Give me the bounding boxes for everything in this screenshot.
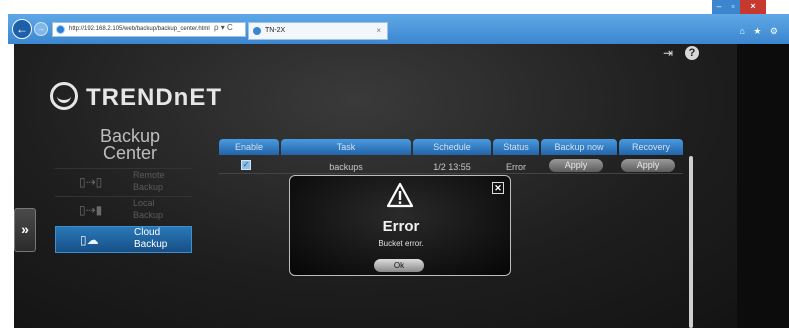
browser-tab[interactable]: TN-2X × (248, 22, 388, 40)
dialog-title: Error (382, 218, 420, 235)
schedule-cell: 1/2 13:55 (433, 162, 471, 172)
sidebar-item-label: Cloud Backup (134, 227, 167, 251)
label-line2: Backup (133, 210, 164, 220)
label-line1: Cloud (134, 227, 161, 238)
tab-close-icon[interactable]: × (376, 23, 381, 39)
ok-button[interactable]: Ok (374, 259, 424, 272)
table-row: ✓ backups 1/2 13:55 Error Apply Apply (219, 158, 683, 174)
address-tools[interactable]: ρ ▾ C (214, 23, 233, 32)
logo-mark-icon (50, 82, 78, 110)
dialog-close-button[interactable]: ✕ (492, 182, 504, 194)
logo-text: TRENDnET (86, 84, 222, 111)
help-icon[interactable]: ? (685, 46, 699, 60)
window-minimize-button[interactable]: – (712, 0, 726, 14)
label-line1: Remote (133, 170, 165, 180)
expand-menu-button[interactable]: » (14, 208, 36, 252)
table-scrollbar[interactable] (689, 156, 693, 328)
screen: ← → http://192.168.2.105/web/backup/back… (0, 0, 789, 328)
left-margin (0, 44, 14, 328)
column-header-schedule: Schedule (413, 139, 491, 155)
ie-icon (56, 25, 65, 34)
cloud-backup-icon: ▯☁ (80, 233, 99, 247)
sidebar-item-label: Local Backup (133, 197, 163, 221)
label-line2: Backup (133, 182, 164, 192)
tab-favicon-icon (253, 27, 261, 35)
column-header-status: Status (493, 139, 539, 155)
right-panel (737, 44, 789, 328)
tab-title: TN-2X (265, 27, 286, 34)
address-text: http://192.168.2.105/web/backup/backup_c… (69, 26, 210, 32)
sidebar-item-cloud-backup[interactable]: ▯☁ Cloud Backup (55, 226, 192, 253)
dialog-message: Bucket error. (378, 239, 424, 248)
sidebar-item-remote-backup[interactable]: ▯⇢▯ Remote Backup (55, 168, 192, 195)
error-dialog: ✕ Error Bucket error. Ok (289, 175, 511, 276)
recovery-apply-button[interactable]: Apply (621, 159, 675, 172)
column-header-backup-now: Backup now (541, 139, 617, 155)
status-cell: Error (506, 162, 526, 172)
remote-backup-icon: ▯⇢▯ (79, 175, 103, 189)
app-content: ⇥ ? TRENDnET » Backup Center ▯⇢▯ Remote … (0, 44, 789, 328)
table-header: Enable Task Schedule Status Backup now R… (219, 139, 683, 155)
back-button[interactable]: ← (12, 19, 32, 39)
column-header-enable: Enable (219, 139, 279, 155)
browser-toolbar: ← → http://192.168.2.105/web/backup/back… (8, 14, 789, 44)
label-line1: Local (133, 198, 155, 208)
sidebar-item-local-backup[interactable]: ▯⇢▮ Local Backup (55, 196, 192, 223)
label-line2: Backup (134, 239, 168, 250)
sidebar-item-label: Remote Backup (133, 169, 165, 193)
backup-now-apply-button[interactable]: Apply (549, 159, 603, 172)
column-header-task: Task (281, 139, 411, 155)
window-close-button[interactable]: × (740, 0, 766, 14)
local-backup-icon: ▯⇢▮ (79, 203, 103, 217)
browser-toolbar-icons[interactable]: ⌂ ★ ⚙ (739, 26, 781, 37)
sidebar-title-line2: Center (102, 143, 158, 163)
enable-checkbox[interactable]: ✓ (241, 160, 251, 170)
forward-button[interactable]: → (34, 22, 48, 36)
task-cell: backups (329, 162, 363, 172)
logout-icon[interactable]: ⇥ (663, 46, 677, 60)
column-header-recovery: Recovery (619, 139, 683, 155)
window-maximize-button[interactable]: ▫ (726, 0, 740, 14)
sidebar-title: Backup Center (70, 127, 190, 163)
warning-icon (386, 182, 414, 208)
